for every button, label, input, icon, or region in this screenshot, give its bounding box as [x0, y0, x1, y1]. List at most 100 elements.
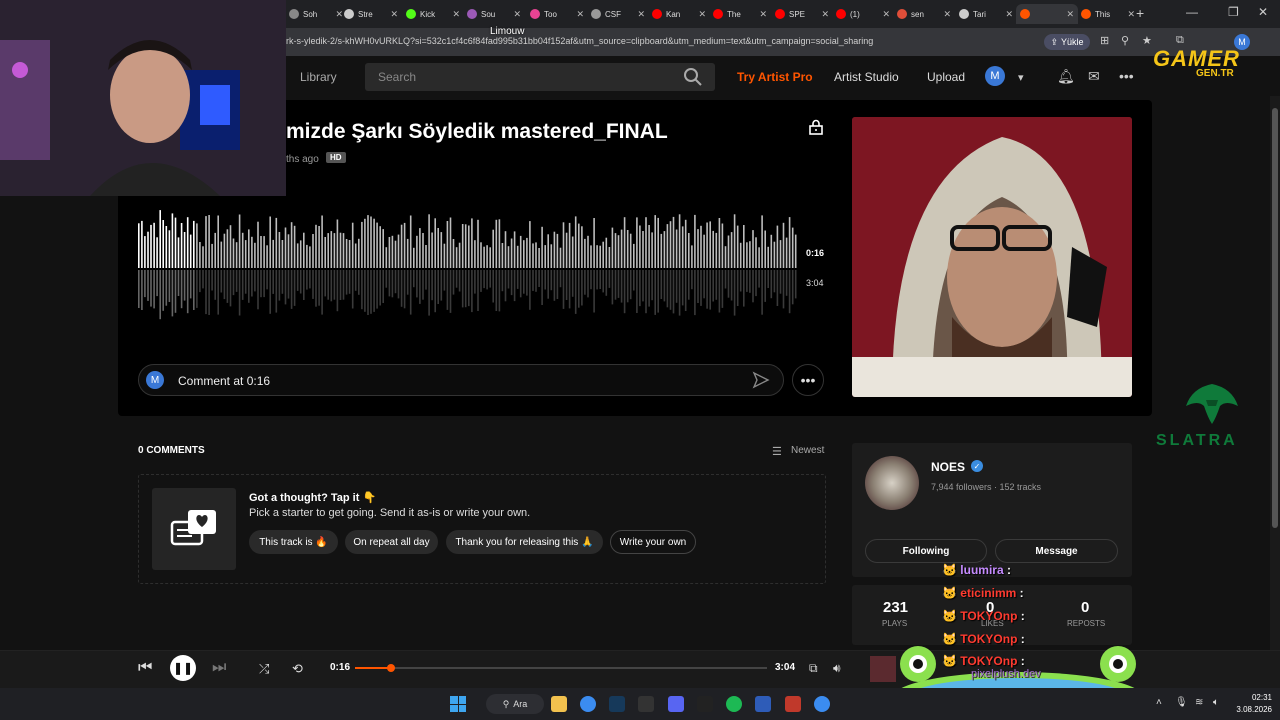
player-progress-knob[interactable] — [386, 664, 395, 672]
repeat-icon[interactable]: ⟲ — [292, 661, 303, 677]
waveform-reflection-bar — [590, 270, 592, 290]
tab-close-icon[interactable]: ✕ — [943, 9, 951, 20]
browser-tab[interactable]: Tari ✕ — [955, 4, 1017, 24]
volume-icon[interactable]: 🔊︎ — [833, 661, 841, 676]
browser-tab[interactable]: CSF ✕ — [587, 4, 649, 24]
following-button[interactable]: Following — [865, 539, 987, 563]
browser-tab[interactable]: Kan ✕ — [648, 4, 710, 24]
starter-chip-track-is-fire[interactable]: This track is 🔥 — [249, 530, 338, 554]
waveform-bar — [666, 224, 669, 268]
epic-games-icon[interactable] — [697, 696, 713, 712]
message-button[interactable]: Message — [995, 539, 1118, 563]
taskbar-time[interactable]: 02:31 — [1232, 693, 1272, 702]
sort-icon[interactable]: ☰ — [772, 445, 782, 458]
tab-close-icon[interactable]: ✕ — [882, 9, 890, 20]
cast-icon[interactable]: ⧉ — [809, 661, 818, 676]
close-window-icon[interactable]: ✕ — [1258, 5, 1268, 19]
tab-close-icon[interactable]: ✕ — [576, 9, 584, 20]
tab-close-icon[interactable]: ✕ — [452, 9, 460, 20]
tab-close-icon[interactable]: ✕ — [1066, 9, 1074, 20]
translate-icon[interactable]: ⊞ — [1100, 34, 1109, 47]
starter-chip-thank-you[interactable]: Thank you for releasing this 🙏 — [446, 530, 603, 554]
steam-icon[interactable] — [609, 696, 625, 712]
browser-tab[interactable]: Soh ✕ — [285, 4, 347, 24]
notifications-bell-icon[interactable]: 🔔︎ — [1057, 68, 1075, 85]
browser-tab[interactable]: (1) ✕ — [832, 4, 894, 24]
artist-avatar[interactable] — [865, 456, 919, 510]
artist-name[interactable]: NOES — [931, 460, 965, 474]
waveform-bar — [171, 213, 174, 268]
track-artwork[interactable] — [852, 117, 1132, 397]
player-progress-track[interactable] — [355, 667, 767, 669]
wifi-icon[interactable]: ≋ — [1195, 697, 1203, 708]
browser-tab[interactable]: The ✕ — [709, 4, 771, 24]
tab-close-icon[interactable]: ✕ — [1005, 9, 1013, 20]
previous-track-icon[interactable]: ⏮︎ — [138, 659, 152, 677]
taskbar-date[interactable]: 3.08.2026 — [1232, 705, 1272, 714]
upload-link[interactable]: Upload — [927, 70, 965, 84]
zoom-icon[interactable]: ⚲ — [1121, 34, 1129, 47]
browser-tab[interactable]: ✕ — [1016, 4, 1078, 24]
tab-close-icon[interactable]: ✕ — [513, 9, 521, 20]
search-input[interactable] — [365, 63, 715, 91]
browser-tab[interactable]: SPE ✕ — [771, 4, 833, 24]
spotify-icon[interactable] — [726, 696, 742, 712]
browser-tab[interactable]: Too ✕ — [526, 4, 588, 24]
windows-start-icon[interactable] — [450, 696, 466, 712]
chrome-icon[interactable] — [580, 696, 596, 712]
chevron-down-icon[interactable]: ▾ — [1018, 71, 1024, 84]
waveform-bar — [516, 245, 519, 268]
scrollbar-thumb[interactable] — [1272, 108, 1278, 528]
messages-envelope-icon[interactable]: ✉ — [1088, 68, 1100, 85]
url-text[interactable]: rk-s-yledik-2/s-khWH0vURKLQ?si=532c1cf4c… — [286, 36, 873, 46]
sort-dropdown[interactable]: Newest — [791, 445, 824, 456]
new-tab-button[interactable]: + — [1136, 5, 1144, 21]
waveform[interactable] — [138, 210, 798, 322]
more-options-icon[interactable]: ••• — [1119, 68, 1134, 84]
discord-icon[interactable] — [668, 696, 684, 712]
battlenet-icon[interactable] — [755, 696, 771, 712]
tab-close-icon[interactable]: ✕ — [637, 9, 645, 20]
write-your-own-chip[interactable]: Write your own — [610, 530, 696, 554]
starter-chip-on-repeat[interactable]: On repeat all day — [345, 530, 438, 554]
bookmark-star-icon[interactable]: ★ — [1142, 34, 1152, 47]
tab-close-icon[interactable]: ✕ — [1127, 9, 1135, 20]
tab-close-icon[interactable]: ✕ — [821, 9, 829, 20]
browser-tab[interactable]: Kick ✕ — [402, 4, 464, 24]
taskbar-search[interactable]: ⚲ Ara — [486, 694, 544, 714]
maximize-icon[interactable]: ❐ — [1228, 5, 1239, 19]
search-icon[interactable] — [683, 67, 703, 87]
chrome-active-icon[interactable] — [814, 696, 830, 712]
tab-close-icon[interactable]: ✕ — [759, 9, 767, 20]
next-track-icon[interactable]: ⏭︎ — [212, 659, 226, 677]
send-icon[interactable] — [752, 371, 770, 389]
app-icon[interactable] — [638, 696, 654, 712]
browser-tab[interactable]: sen ✕ — [893, 4, 955, 24]
waveform-bar — [144, 236, 146, 268]
tab-close-icon[interactable]: ✕ — [698, 9, 706, 20]
user-avatar[interactable]: M — [985, 66, 1005, 86]
try-artist-pro-link[interactable]: Try Artist Pro — [737, 70, 813, 84]
artist-studio-link[interactable]: Artist Studio — [834, 70, 899, 84]
waveform-reflection-bar — [406, 270, 409, 295]
speaker-icon[interactable]: 🔈︎ — [1213, 697, 1219, 708]
waveform-reflection-bar — [608, 270, 611, 288]
browser-tab[interactable]: Stre ✕ — [340, 4, 402, 24]
shuffle-icon[interactable]: ⤮ — [259, 661, 269, 677]
waveform-reflection-bar — [138, 270, 140, 308]
pause-button[interactable]: ❚❚ — [170, 655, 196, 681]
browser-tab[interactable]: Sou ✕ — [463, 4, 525, 24]
tab-close-icon[interactable]: ✕ — [390, 9, 398, 20]
obs-icon[interactable] — [785, 696, 801, 712]
minimize-icon[interactable]: — — [1186, 5, 1198, 19]
nav-library[interactable]: Library — [300, 70, 337, 84]
microphone-icon[interactable]: 🎙︎ — [1175, 697, 1188, 708]
waveform-bar — [697, 229, 699, 268]
track-more-button[interactable]: ••• — [792, 364, 824, 396]
waveform-reflection-bar — [174, 270, 177, 313]
tray-chevron-icon[interactable]: ˄ — [1156, 697, 1162, 708]
browser-tab[interactable]: This ✕ — [1077, 4, 1139, 24]
waveform-reflection-bar — [669, 270, 672, 310]
file-explorer-icon[interactable] — [551, 696, 567, 712]
browser-upload-button[interactable]: ⇪ Yükle — [1044, 34, 1090, 50]
